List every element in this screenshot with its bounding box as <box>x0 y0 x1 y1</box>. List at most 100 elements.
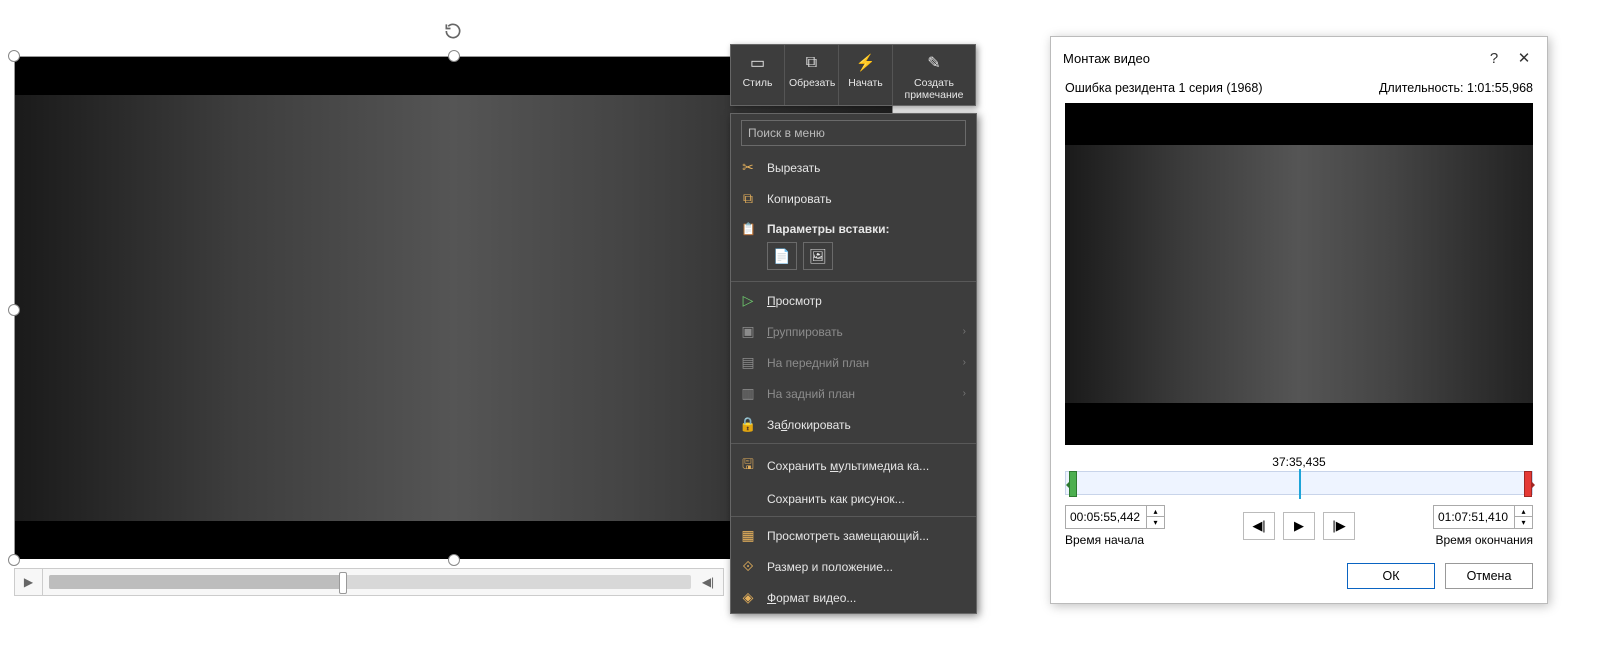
chevron-right-icon: › <box>963 388 966 399</box>
menu-size-position-label: Размер и положение... <box>767 560 893 574</box>
start-time-label: Время начала <box>1065 533 1144 547</box>
group-icon: ▣ <box>739 323 757 340</box>
spin-up-button[interactable]: ▴ <box>1147 506 1164 517</box>
menu-view-placeholder[interactable]: ▦ Просмотреть замещающий... <box>731 520 976 551</box>
format-video-icon: ◈ <box>739 589 757 606</box>
chevron-right-icon: › <box>963 326 966 337</box>
menu-preview[interactable]: ▷ Просмотр <box>731 285 976 316</box>
placeholder-icon: ▦ <box>739 527 757 544</box>
scissors-icon: ✂ <box>739 159 757 176</box>
menu-save-media[interactable]: 🖫 Сохранить мультимедиа ка... <box>731 447 976 485</box>
chevron-right-icon: › <box>963 357 966 368</box>
comment-icon: ✎ <box>897 51 971 75</box>
letterbox-top <box>1065 103 1533 145</box>
start-button[interactable]: ⚡ Начать <box>839 45 893 105</box>
menu-preview-label: Просмотр <box>767 294 822 308</box>
step-back-button[interactable]: ◀| <box>697 571 719 593</box>
menu-save-picture-label: Сохранить как рисунок... <box>767 492 905 506</box>
lock-icon: 🔒 <box>739 416 757 433</box>
selection-handle[interactable] <box>448 50 460 62</box>
spin-down-button[interactable]: ▾ <box>1147 517 1164 528</box>
mini-toolbar: ▭ Стиль ⧉ Обрезать ⚡ Начать ✎ Создать пр… <box>730 44 976 106</box>
menu-search-input[interactable] <box>741 120 966 146</box>
playhead-cursor[interactable] <box>1299 469 1301 499</box>
paste-options: 📄 🖼 <box>731 240 976 278</box>
next-frame-button[interactable]: |▶ <box>1323 512 1355 540</box>
menu-view-placeholder-label: Просмотреть замещающий... <box>767 529 929 543</box>
selection-handle[interactable] <box>8 50 20 62</box>
menu-format-video[interactable]: ◈ Формат видео... <box>731 582 976 613</box>
prev-frame-button[interactable]: ◀| <box>1243 512 1275 540</box>
menu-cut[interactable]: ✂ Вырезать <box>731 152 976 183</box>
dialog-info-row: Ошибка резидента 1 серия (1968) Длительн… <box>1051 79 1547 101</box>
duration-wrap: Длительность: 1:01:55,968 <box>1379 81 1533 95</box>
selection-handle[interactable] <box>448 554 460 566</box>
style-label: Стиль <box>735 77 780 89</box>
paste-options-heading: 📋 Параметры вставки: <box>731 214 976 240</box>
duration-label: Длительность: <box>1379 81 1464 95</box>
start-time-spinner: ▴ ▾ <box>1147 505 1165 529</box>
help-button[interactable]: ? <box>1479 47 1509 69</box>
dialog-controls-row: ▴ ▾ Время начала ◀| ▶ |▶ ▴ ▾ Время оконч… <box>1051 495 1547 549</box>
selection-handle[interactable] <box>8 554 20 566</box>
start-time-input[interactable] <box>1065 505 1147 529</box>
trim-video-dialog: Монтаж видео ? ✕ Ошибка резидента 1 сери… <box>1050 36 1548 604</box>
new-comment-button[interactable]: ✎ Создать примечание <box>893 45 975 105</box>
paste-option-keep-formatting[interactable]: 📄 <box>767 242 797 270</box>
video-control-bar: ▶ ◀| <box>14 568 724 596</box>
preview-thumbnail <box>1065 145 1533 403</box>
menu-group-label: Группировать <box>767 325 843 339</box>
menu-save-picture[interactable]: Сохранить как рисунок... <box>731 485 976 513</box>
clipboard-icon: 📋 <box>741 222 756 236</box>
play-button[interactable]: ▶ <box>1283 512 1315 540</box>
separator <box>731 281 976 282</box>
trim-start-handle[interactable] <box>1069 471 1077 497</box>
trim-slider[interactable] <box>1065 471 1533 495</box>
separator <box>731 516 976 517</box>
trim-end-handle[interactable] <box>1524 471 1532 497</box>
current-time-label: 37:35,435 <box>1051 451 1547 469</box>
menu-cut-label: Вырезать <box>767 161 820 175</box>
letterbox-bottom <box>1065 403 1533 445</box>
menu-copy[interactable]: ⧉ Копировать <box>731 183 976 214</box>
rotate-handle-icon[interactable] <box>440 18 466 44</box>
save-media-icon: 🖫 <box>739 454 757 478</box>
menu-save-media-label: Сохранить мультимедиа ка... <box>767 459 929 473</box>
menu-send-back-label: На задний план <box>767 387 855 401</box>
play-button[interactable]: ▶ <box>15 569 43 595</box>
end-time-spinner: ▴ ▾ <box>1515 505 1533 529</box>
spin-up-button[interactable]: ▴ <box>1515 506 1532 517</box>
start-label: Начать <box>843 77 888 89</box>
context-menu: ✂ Вырезать ⧉ Копировать 📋 Параметры вста… <box>730 113 977 614</box>
style-button[interactable]: ▭ Стиль <box>731 45 785 105</box>
crop-icon: ⧉ <box>789 51 834 75</box>
cancel-button[interactable]: Отмена <box>1445 563 1533 589</box>
transport-controls: ◀| ▶ |▶ <box>1243 512 1355 540</box>
end-time-input[interactable] <box>1433 505 1515 529</box>
spin-down-button[interactable]: ▾ <box>1515 517 1532 528</box>
menu-search-wrap <box>731 114 976 152</box>
dialog-title: Монтаж видео <box>1063 51 1479 66</box>
close-button[interactable]: ✕ <box>1509 47 1539 69</box>
selection-handle[interactable] <box>8 304 20 316</box>
end-time-label: Время окончания <box>1435 533 1533 547</box>
ok-button[interactable]: ОК <box>1347 563 1435 589</box>
menu-send-back: ▥ На задний план › <box>731 378 976 409</box>
send-back-icon: ▥ <box>739 385 757 402</box>
video-progress-track[interactable] <box>49 575 691 589</box>
duration-value: 1:01:55,968 <box>1467 81 1533 95</box>
end-time-group: ▴ ▾ Время окончания <box>1433 505 1533 547</box>
menu-lock[interactable]: 🔒 Заблокировать <box>731 409 976 440</box>
crop-button[interactable]: ⧉ Обрезать <box>785 45 839 105</box>
dialog-titlebar: Монтаж видео ? ✕ <box>1051 37 1547 79</box>
menu-copy-label: Копировать <box>767 192 832 206</box>
video-progress <box>49 575 344 589</box>
paste-option-picture[interactable]: 🖼 <box>803 242 833 270</box>
new-comment-label: Создать примечание <box>897 77 971 101</box>
crop-label: Обрезать <box>789 77 834 89</box>
menu-bring-front: ▤ На передний план › <box>731 347 976 378</box>
style-icon: ▭ <box>735 51 780 75</box>
menu-lock-label: Заблокировать <box>767 418 851 432</box>
menu-size-position[interactable]: ⟐ Размер и положение... <box>731 551 976 582</box>
bring-front-icon: ▤ <box>739 354 757 371</box>
